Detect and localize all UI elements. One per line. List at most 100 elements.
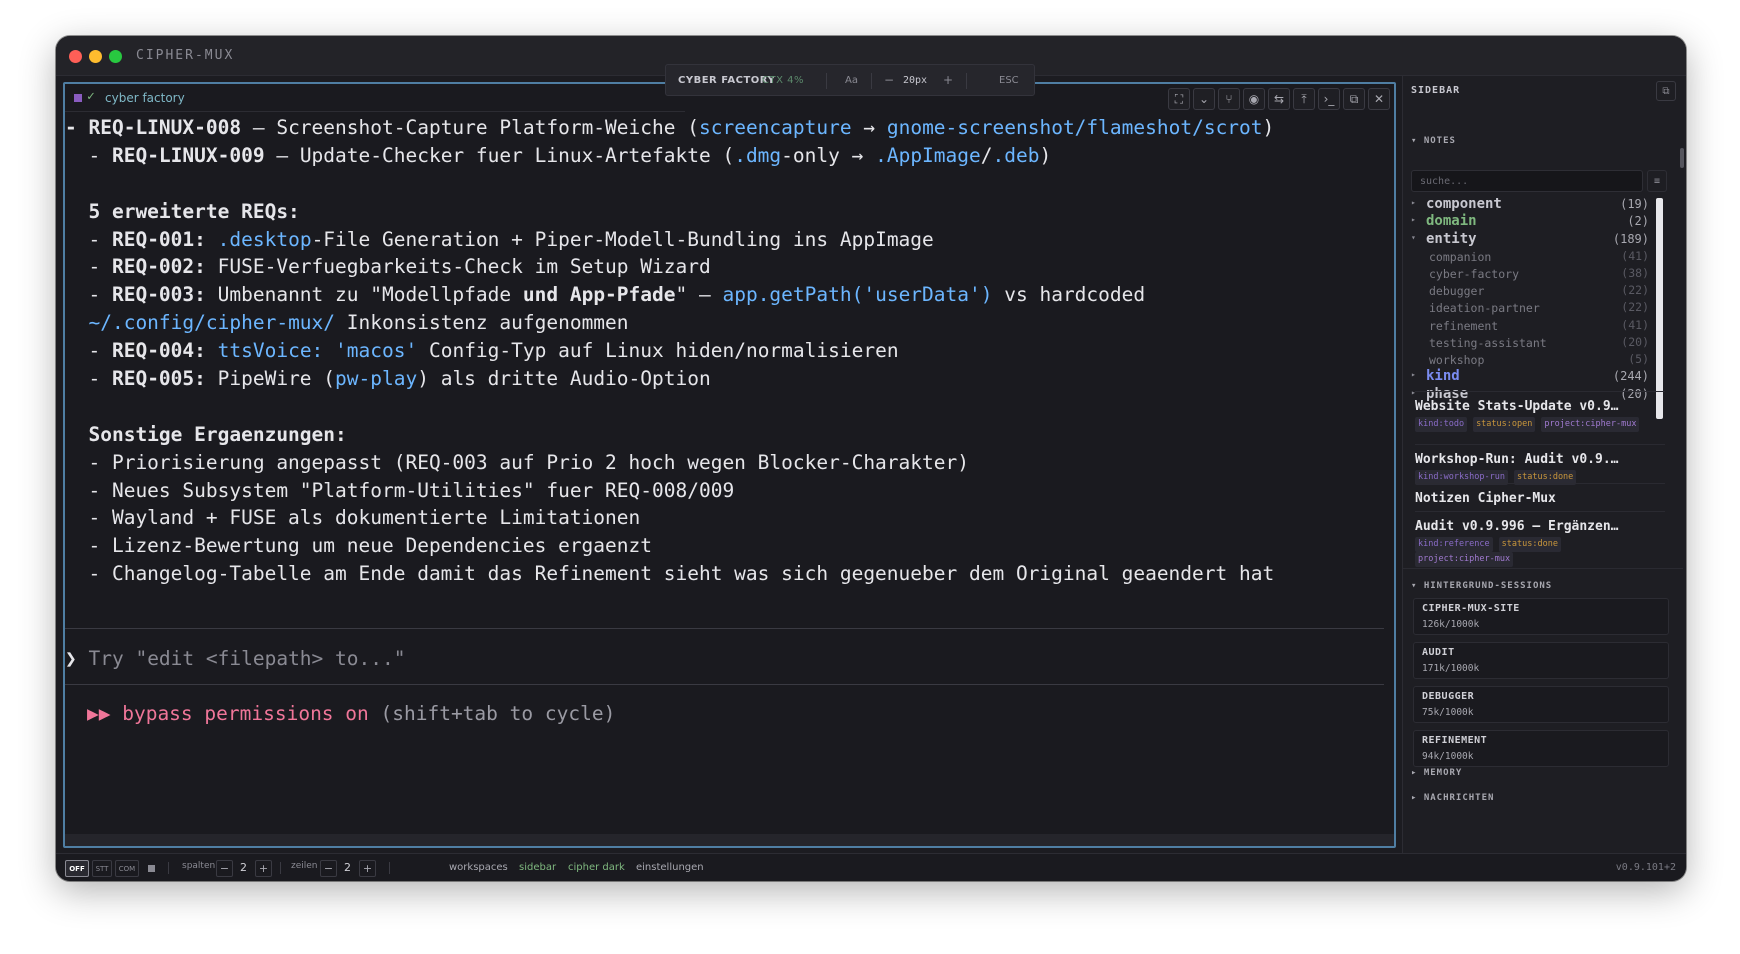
tree-category[interactable]: ▸ component (19) <box>1411 196 1649 213</box>
font-increase-button[interactable]: + <box>943 73 953 87</box>
copy-icon[interactable]: ⧉ <box>1656 81 1676 101</box>
version-label: v0.9.101+2 <box>1615 862 1676 873</box>
mode-off-button[interactable]: OFF <box>65 860 89 877</box>
stop-icon[interactable] <box>148 865 155 872</box>
notes-section-header[interactable]: ▾ NOTES <box>1411 136 1456 146</box>
close-window-button[interactable] <box>69 50 82 63</box>
tag-badge[interactable]: project:cipher-mux <box>1415 552 1514 567</box>
close-icon[interactable]: ✕ <box>1368 88 1390 110</box>
workspaces-link[interactable]: workspaces <box>449 862 508 873</box>
session-name: CIPHER-MUX-SITE <box>1422 603 1520 614</box>
tree-subitem[interactable]: ideation-partner (22) <box>1411 299 1649 316</box>
tree-subitem[interactable]: refinement (41) <box>1411 317 1649 334</box>
external-link-icon[interactable]: ⧉ <box>1343 88 1365 110</box>
text-span: - <box>65 339 112 363</box>
code-span: screencapture <box>698 116 852 139</box>
fullscreen-icon[interactable]: ⛶ <box>1168 88 1190 110</box>
messages-section-header[interactable]: ▸ NACHRICHTEN <box>1411 793 1494 803</box>
tree-category[interactable]: ▸ domain (2) <box>1411 213 1649 230</box>
mode-stt-button[interactable]: STT <box>92 860 112 877</box>
mode-com-button[interactable]: COM <box>115 860 139 877</box>
chevron-down-icon: ▾ <box>1411 232 1416 242</box>
text-span: REQ-005: <box>111 367 206 391</box>
permissions-status: bypass permissions on <box>110 702 369 725</box>
tree-category[interactable]: ▸ kind (244) <box>1411 368 1649 385</box>
memory-section-header[interactable]: ▸ MEMORY <box>1411 768 1462 778</box>
tree-count: (22) <box>1621 300 1649 315</box>
columns-increase-button[interactable]: + <box>255 860 272 877</box>
code-span: ~/.config/cipher-mux/ <box>88 311 336 335</box>
tree-subitem[interactable]: debugger (22) <box>1411 282 1649 299</box>
tree-subitem[interactable]: companion (41) <box>1411 248 1649 265</box>
settings-link[interactable]: einstellungen <box>636 862 704 873</box>
tree-count: (189) <box>1612 231 1649 246</box>
code-span: pw-play <box>335 367 418 391</box>
rows-decrease-button[interactable]: − <box>320 860 337 877</box>
tree-label: companion <box>1429 249 1492 264</box>
sidebar-link[interactable]: sidebar <box>519 862 556 873</box>
sidebar-title: SIDEBAR <box>1411 85 1461 96</box>
tree-count: (19) <box>1620 197 1649 211</box>
background-sessions-header[interactable]: ▾ HINTERGRUND-SESSIONS <box>1411 581 1552 591</box>
session-card[interactable]: AUDIT 171k/1000k <box>1413 642 1669 679</box>
text-span: → <box>851 116 887 139</box>
tree-subitem[interactable]: testing-assistant (20) <box>1411 334 1649 351</box>
terminal-pane[interactable]: ✓ cyber factory ⛶ ⌄ ⑂ ◉ ⇆ ⤒ ›_ ⧉ ✕ - REQ-LINUX-0… <box>63 82 1396 848</box>
divider <box>280 862 281 874</box>
tree-category[interactable]: ▾ entity (189) <box>1411 231 1649 248</box>
note-card[interactable]: Audit v0.9.996 — Ergänzen… kind:reference… <box>1415 519 1665 567</box>
theme-link[interactable]: cipher dark <box>568 862 625 873</box>
tree-count: (2) <box>1627 214 1649 229</box>
text-span: REQ-003: <box>111 283 206 307</box>
columns-decrease-button[interactable]: − <box>216 860 233 877</box>
pane-tab[interactable]: ✓ cyber factory <box>65 84 685 112</box>
prompt-input[interactable]: ❯ Try "edit <filepath> to..." <box>65 647 405 670</box>
check-icon: ✓ <box>87 89 95 104</box>
filter-icon[interactable]: ≡ <box>1647 170 1667 192</box>
text-span: / <box>980 143 993 167</box>
tree-count: (41) <box>1621 317 1649 332</box>
terminal-line: - REQ-LINUX-008 — Screenshot-Capture Pla… <box>65 114 1388 142</box>
minimize-window-button[interactable] <box>89 50 102 63</box>
maximize-window-button[interactable] <box>109 50 122 63</box>
tree-label: domain <box>1426 213 1477 230</box>
session-card[interactable]: REFINEMENT 94k/1000k <box>1413 730 1669 767</box>
session-card[interactable]: CIPHER-MUX-SITE 126k/1000k <box>1413 598 1669 635</box>
tree-subitem[interactable]: workshop (5) <box>1411 351 1649 368</box>
text-span <box>65 311 88 334</box>
terminal-output: - REQ-LINUX-008 — Screenshot-Capture Pla… <box>65 114 1388 614</box>
font-button[interactable]: Aa <box>845 75 858 86</box>
chevron-right-icon: ▸ <box>1411 370 1416 380</box>
note-tags: kind:reference status:doneproject:cipher-… <box>1415 537 1665 567</box>
tree-scrollbar[interactable] <box>1656 198 1663 419</box>
swap-icon[interactable]: ⇆ <box>1268 88 1290 110</box>
upload-icon[interactable]: ⤒ <box>1293 88 1315 110</box>
note-card[interactable]: Website Stats-Update v0.9… kind:todo statu… <box>1415 399 1665 432</box>
sidebar-scrollbar[interactable] <box>1680 148 1684 168</box>
text-span: - Changelog-Tabelle am Ende damit das Re… <box>65 562 1275 586</box>
terminal-line: - REQ-002: FUSE-Verfuegbarkeits-Check im… <box>65 253 1388 281</box>
chevron-down-icon[interactable]: ⌄ <box>1193 88 1215 110</box>
escape-button[interactable]: ESC <box>999 75 1019 86</box>
font-decrease-button[interactable]: − <box>884 73 894 87</box>
tag-badge[interactable]: project:cipher-mux <box>1541 417 1640 432</box>
camera-icon[interactable]: ◉ <box>1243 88 1265 110</box>
text-span: Umbenannt zu "Modellpfade <box>205 283 523 307</box>
note-card[interactable]: Notizen Cipher-Mux <box>1415 491 1665 506</box>
note-card[interactable]: Workshop-Run: Audit v0.9.… kind:workshop-… <box>1415 452 1665 485</box>
text-span: REQ-002: <box>111 255 206 279</box>
tag-badge[interactable]: kind:todo <box>1415 417 1468 432</box>
tag-badge[interactable]: kind:reference <box>1415 537 1493 552</box>
tag-badge[interactable]: status:done <box>1498 537 1561 552</box>
terminal-line: - REQ-005: PipeWire (pw-play) als dritte… <box>65 365 1388 393</box>
horizontal-scrollbar[interactable] <box>65 834 1394 846</box>
tree-subitem[interactable]: cyber-factory (38) <box>1411 265 1649 282</box>
git-branch-icon[interactable]: ⑂ <box>1218 88 1240 110</box>
rows-increase-button[interactable]: + <box>359 860 376 877</box>
tag-badge[interactable]: status:open <box>1473 417 1536 432</box>
session-card[interactable]: DEBUGGER 75k/1000k <box>1413 686 1669 723</box>
text-span: Inkonsistenz aufgenommen <box>335 311 629 335</box>
terminal-icon[interactable]: ›_ <box>1318 88 1340 110</box>
notes-search-input[interactable]: suche... <box>1411 170 1643 192</box>
